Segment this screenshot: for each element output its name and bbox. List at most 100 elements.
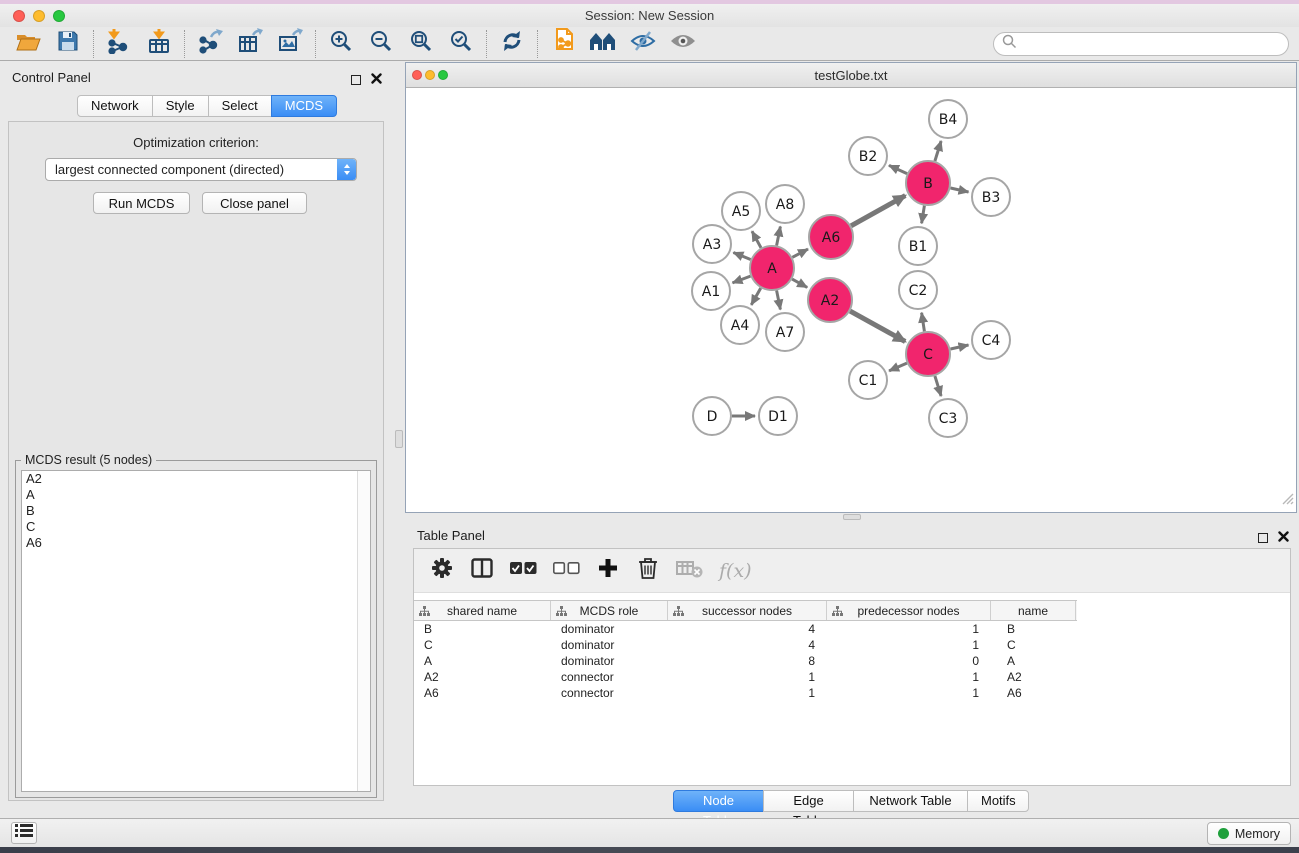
network-close-button[interactable] xyxy=(412,70,422,80)
close-panel-icon[interactable] xyxy=(1278,529,1289,547)
graph-node[interactable]: D xyxy=(693,397,731,435)
column-header-successor-nodes[interactable]: successor nodes xyxy=(668,601,827,620)
save-session-button[interactable] xyxy=(48,29,88,59)
graph-node[interactable]: A1 xyxy=(692,272,730,310)
table-row[interactable]: A6connector11A6 xyxy=(414,685,1290,701)
select-all-button[interactable] xyxy=(510,562,537,580)
tab-mcds[interactable]: MCDS xyxy=(271,95,337,117)
tab-network[interactable]: Network xyxy=(77,95,153,117)
graph-node[interactable]: A4 xyxy=(721,306,759,344)
graph-node[interactable]: C4 xyxy=(972,321,1010,359)
open-file-button[interactable] xyxy=(8,29,48,59)
table-row[interactable]: Bdominator41B xyxy=(414,621,1290,637)
network-canvas[interactable]: B4B2BB3A5A8A6A3B1AA1C2A2A4A7C4CC1C3DD1 xyxy=(406,88,1296,512)
tab-style[interactable]: Style xyxy=(152,95,209,117)
table-settings-button[interactable] xyxy=(430,557,454,584)
criterion-dropdown[interactable]: largest connected component (directed) xyxy=(45,158,357,181)
tab-select[interactable]: Select xyxy=(208,95,272,117)
graph-node[interactable]: A3 xyxy=(693,225,731,263)
hide-graphics-details-button[interactable] xyxy=(623,29,663,59)
close-window-button[interactable] xyxy=(13,10,25,22)
graph-edge[interactable] xyxy=(792,249,808,257)
function-builder-button[interactable]: f(x) xyxy=(719,560,752,582)
memory-button[interactable]: Memory xyxy=(1207,822,1291,845)
splitter-handle-vertical[interactable] xyxy=(395,430,403,448)
graph-edge[interactable] xyxy=(777,227,781,246)
graph-edge[interactable] xyxy=(751,288,760,305)
delete-table-button[interactable] xyxy=(676,558,703,583)
export-network-button[interactable] xyxy=(190,29,230,59)
graph-node[interactable]: A xyxy=(750,246,794,290)
zoom-selected-button[interactable] xyxy=(441,29,481,59)
tab-edge-table[interactable]: Edge Table xyxy=(763,790,854,812)
column-header-name[interactable]: name xyxy=(991,601,1076,620)
mcds-result-item[interactable]: A2 xyxy=(22,471,370,487)
float-panel-icon[interactable] xyxy=(1258,533,1268,543)
zoom-window-button[interactable] xyxy=(53,10,65,22)
graph-node[interactable]: B4 xyxy=(929,100,967,138)
run-mcds-button[interactable]: Run MCDS xyxy=(93,192,190,214)
mcds-result-item[interactable]: A6 xyxy=(22,535,370,551)
deselect-all-button[interactable] xyxy=(553,562,580,580)
graph-node[interactable]: B1 xyxy=(899,227,937,265)
new-network-from-selection-button[interactable] xyxy=(543,29,583,59)
scrollbar[interactable] xyxy=(357,471,370,791)
table-row[interactable]: A2connector11A2 xyxy=(414,669,1290,685)
graph-edge[interactable] xyxy=(850,311,905,341)
graph-edge[interactable] xyxy=(935,141,941,161)
graph-edge[interactable] xyxy=(889,165,907,173)
show-graphics-details-button[interactable] xyxy=(663,29,703,59)
import-table-button[interactable] xyxy=(139,29,179,59)
graph-edge[interactable] xyxy=(922,313,925,332)
graph-edge[interactable] xyxy=(752,231,761,248)
column-header-shared-name[interactable]: shared name xyxy=(414,601,551,620)
delete-column-button[interactable] xyxy=(636,557,660,584)
mcds-result-item[interactable]: C xyxy=(22,519,370,535)
zoom-in-button[interactable] xyxy=(321,29,361,59)
choose-columns-button[interactable] xyxy=(470,558,494,583)
close-panel-button[interactable]: Close panel xyxy=(202,192,307,214)
graph-node[interactable]: B3 xyxy=(972,178,1010,216)
graph-node[interactable]: B xyxy=(906,161,950,205)
minimize-window-button[interactable] xyxy=(33,10,45,22)
search-input[interactable] xyxy=(1017,37,1288,52)
tab-motifs[interactable]: Motifs xyxy=(967,790,1029,812)
mcds-result-item[interactable]: A xyxy=(22,487,370,503)
graph-edge[interactable] xyxy=(733,276,751,283)
graph-edge[interactable] xyxy=(733,253,750,260)
export-image-button[interactable] xyxy=(270,29,310,59)
graph-node[interactable]: C2 xyxy=(899,271,937,309)
zoom-fit-button[interactable] xyxy=(401,29,441,59)
import-network-button[interactable] xyxy=(99,29,139,59)
search-field[interactable] xyxy=(993,32,1289,56)
refresh-button[interactable] xyxy=(492,29,532,59)
graph-edge[interactable] xyxy=(792,279,807,287)
graph-edge[interactable] xyxy=(951,188,969,192)
close-panel-icon[interactable] xyxy=(371,71,382,89)
float-panel-icon[interactable] xyxy=(351,75,361,85)
column-header-predecessor-nodes[interactable]: predecessor nodes xyxy=(827,601,991,620)
add-column-button[interactable] xyxy=(596,558,620,583)
zoom-out-button[interactable] xyxy=(361,29,401,59)
graph-node[interactable]: A8 xyxy=(766,185,804,223)
graph-node[interactable]: A6 xyxy=(809,215,853,259)
graph-edge[interactable] xyxy=(951,345,969,349)
graph-edge[interactable] xyxy=(889,363,907,371)
show-networks-button[interactable] xyxy=(583,29,623,59)
tab-network-table[interactable]: Network Table xyxy=(853,790,968,812)
graph-edge[interactable] xyxy=(777,291,781,310)
table-row[interactable]: Adominator80A xyxy=(414,653,1290,669)
graph-node[interactable]: C xyxy=(906,332,950,376)
graph-node[interactable]: A5 xyxy=(722,192,760,230)
graph-edge[interactable] xyxy=(922,206,925,224)
tab-node-table[interactable]: Node Table xyxy=(673,790,764,812)
graph-edge[interactable] xyxy=(935,376,941,396)
mcds-result-item[interactable]: B xyxy=(22,503,370,519)
resize-grip-icon[interactable] xyxy=(1279,490,1294,510)
task-history-button[interactable] xyxy=(11,822,37,844)
graph-node[interactable]: D1 xyxy=(759,397,797,435)
graph-node[interactable]: C3 xyxy=(929,399,967,437)
export-table-button[interactable] xyxy=(230,29,270,59)
graph-node[interactable]: C1 xyxy=(849,361,887,399)
graph-node[interactable]: A7 xyxy=(766,313,804,351)
